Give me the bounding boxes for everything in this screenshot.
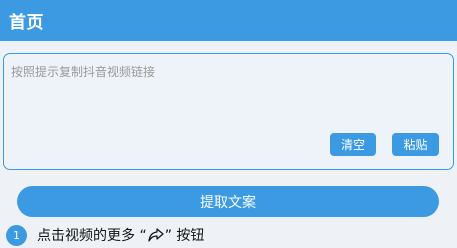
clear-button[interactable]: 清空 bbox=[330, 133, 376, 156]
step-text: 点击视频的更多 “ ” 按钮 bbox=[37, 225, 204, 245]
share-arrow-icon bbox=[148, 228, 164, 242]
step-text-after: ” 按钮 bbox=[164, 228, 205, 244]
step-text-before: 点击视频的更多 “ bbox=[37, 228, 147, 244]
link-input[interactable] bbox=[4, 54, 453, 169]
page-title: 首页 bbox=[9, 13, 44, 33]
step-number: 1 bbox=[6, 224, 27, 246]
app-bar: 首页 bbox=[0, 0, 457, 41]
extract-text-button[interactable]: 提取文案 bbox=[17, 186, 439, 217]
link-input-box[interactable]: 清空 粘贴 bbox=[3, 53, 454, 170]
step-item: 1 点击视频的更多 “ ” 按钮 bbox=[6, 224, 204, 246]
paste-button[interactable]: 粘贴 bbox=[392, 133, 439, 156]
